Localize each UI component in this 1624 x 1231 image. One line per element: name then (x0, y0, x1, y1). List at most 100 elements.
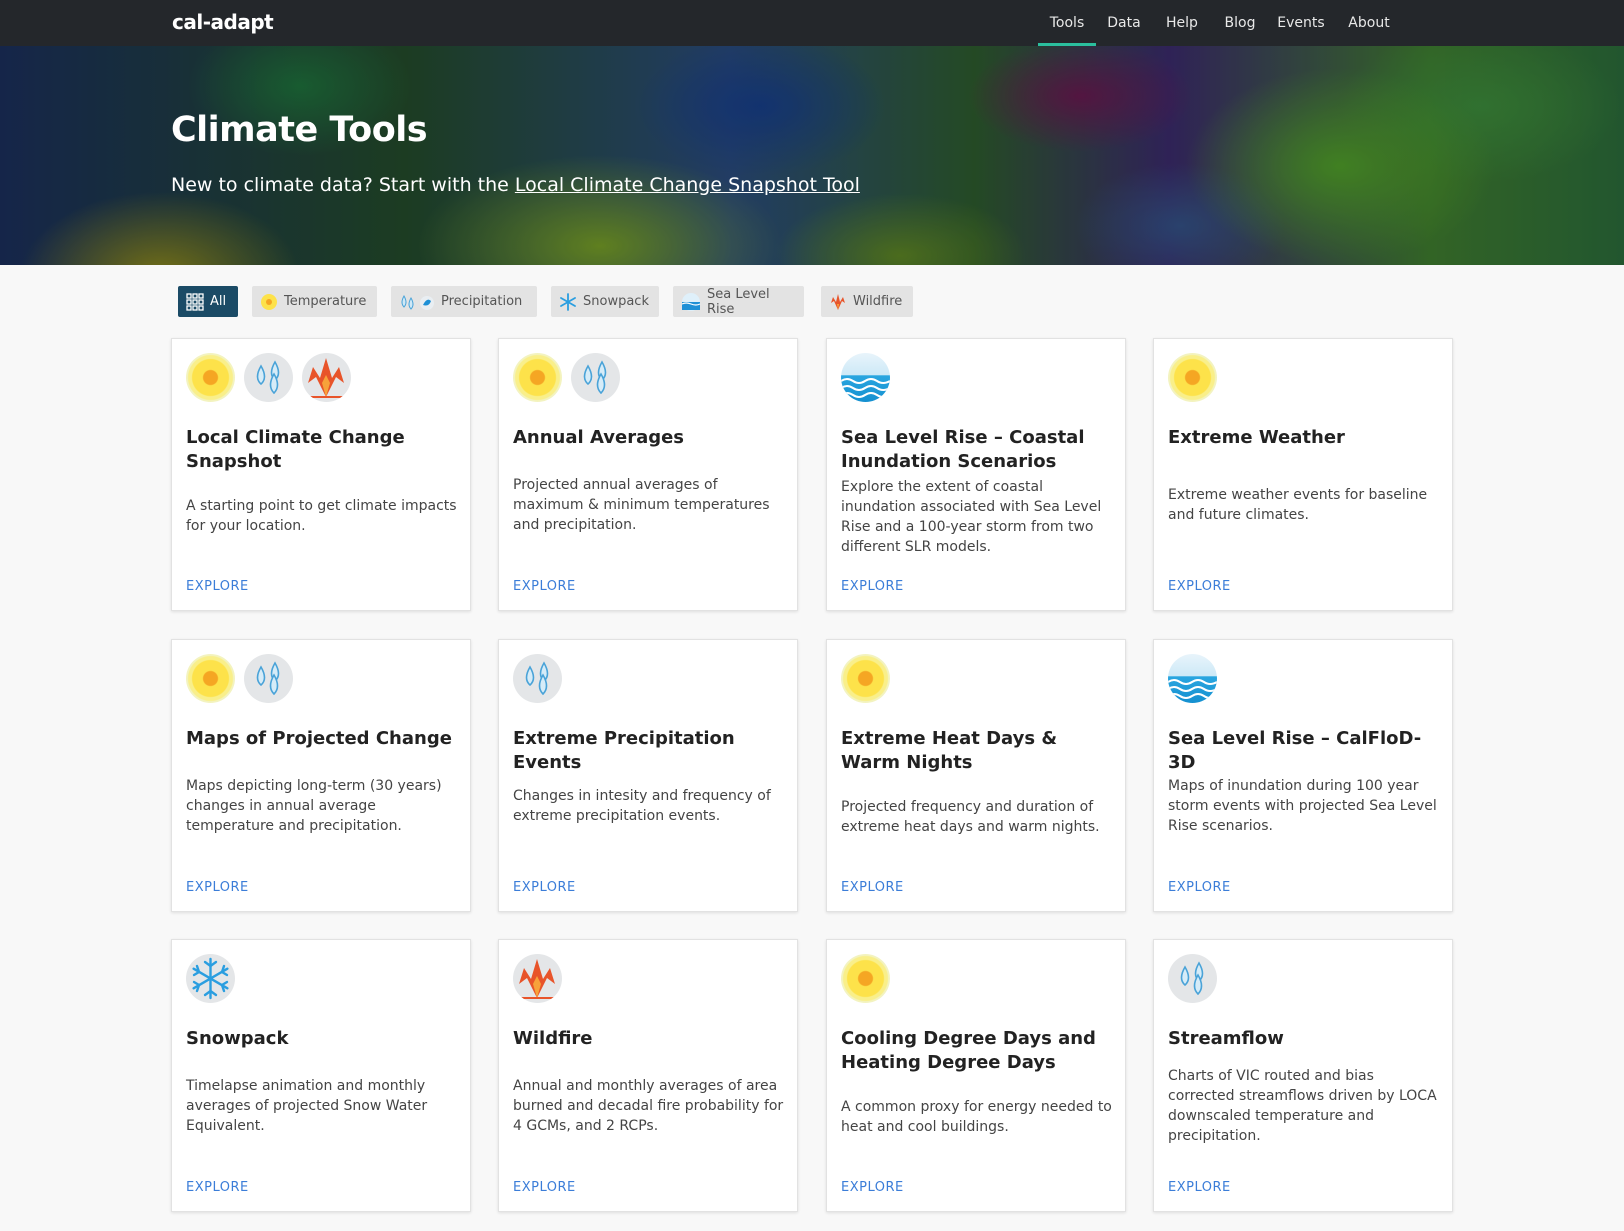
site-logo[interactable]: cal-adapt (172, 10, 274, 34)
sun-icon (1168, 353, 1217, 402)
explore-link[interactable]: EXPLORE (1168, 880, 1231, 895)
hero-subtitle-prefix: New to climate data? Start with the (171, 174, 515, 196)
filter-precipitation-label: Precipitation (441, 294, 523, 309)
card-icons (186, 654, 293, 703)
nav-item-data[interactable]: Data (1102, 0, 1146, 46)
card-icons (841, 654, 890, 703)
card-description: Charts of VIC routed and bias corrected … (1168, 1068, 1437, 1144)
explore-link[interactable]: EXPLORE (841, 880, 904, 895)
card-title: Extreme Heat Days & Warm Nights (841, 728, 1058, 773)
explore-link[interactable]: EXPLORE (186, 579, 249, 594)
card-icons (186, 954, 235, 1003)
tool-card[interactable]: Sea Level Rise – Coastal Inundation Scen… (826, 338, 1126, 611)
sun-icon (186, 654, 235, 703)
explore-link[interactable]: EXPLORE (513, 1180, 576, 1195)
card-description: Projected annual averages of maximum & m… (513, 477, 770, 533)
raindrops-icon (571, 353, 620, 402)
tool-card[interactable]: Extreme Heat Days & Warm Nights Projected… (826, 639, 1126, 912)
raindrops-icon (244, 353, 293, 402)
sun-icon (260, 293, 278, 311)
card-icons (513, 654, 562, 703)
fire-icon (302, 353, 351, 402)
filter-all[interactable]: All (178, 286, 238, 317)
card-title: Cooling Degree Days and Heating Degree D… (841, 1028, 1096, 1073)
explore-link[interactable]: EXPLORE (1168, 579, 1231, 594)
raindrops-icon (399, 293, 435, 311)
card-title: Sea Level Rise – CalFloD-3D (1168, 728, 1422, 773)
tool-card[interactable]: Snowpack Timelapse animation and monthly … (171, 939, 471, 1212)
hero-subtitle: New to climate data? Start with the Loca… (171, 174, 860, 196)
nav-item-about[interactable]: About (1343, 0, 1395, 46)
filter-temperature[interactable]: Temperature (252, 286, 377, 317)
card-title: Annual Averages (513, 427, 685, 448)
card-title: Maps of Projected Change (186, 728, 452, 749)
card-description: Projected frequency and duration of extr… (841, 799, 1100, 835)
nav-item-help[interactable]: Help (1160, 0, 1204, 46)
hero-banner: Climate Tools New to climate data? Start… (0, 46, 1624, 265)
tool-card[interactable]: Extreme Precipitation Events Changes in i… (498, 639, 798, 912)
tool-card[interactable]: Streamflow Charts of VIC routed and bias … (1153, 939, 1453, 1212)
card-description: Extreme weather events for baseline and … (1168, 487, 1428, 523)
card-icons (1168, 353, 1217, 402)
card-title: Extreme Precipitation Events (513, 728, 735, 773)
sun-icon (513, 353, 562, 402)
raindrops-icon (1168, 954, 1217, 1003)
sun-icon (841, 654, 890, 703)
nav-item-tools[interactable]: Tools (1038, 0, 1096, 46)
card-icons (1168, 654, 1217, 703)
explore-link[interactable]: EXPLORE (513, 579, 576, 594)
explore-link[interactable]: EXPLORE (1168, 1180, 1231, 1195)
explore-link[interactable]: EXPLORE (186, 1180, 249, 1195)
card-title: Streamflow (1168, 1028, 1284, 1049)
top-navbar: cal-adapt Tools Data Help Blog Events Ab… (0, 0, 1624, 46)
card-icons (513, 954, 562, 1003)
tool-card[interactable]: Wildfire Annual and monthly averages of a… (498, 939, 798, 1212)
page-title: Climate Tools (171, 110, 428, 150)
explore-link[interactable]: EXPLORE (841, 1180, 904, 1195)
card-icons (1168, 954, 1217, 1003)
card-description: Maps depicting long-term (30 years) chan… (186, 778, 442, 834)
filter-precipitation[interactable]: Precipitation (391, 286, 537, 317)
card-icons (841, 954, 890, 1003)
snapshot-tool-link[interactable]: Local Climate Change Snapshot Tool (515, 174, 860, 196)
snowflake-icon (559, 292, 577, 311)
wave-icon (1168, 654, 1217, 703)
nav-item-events[interactable]: Events (1273, 0, 1329, 46)
raindrops-icon (244, 654, 293, 703)
filter-snowpack[interactable]: Snowpack (551, 286, 659, 317)
tool-card[interactable]: Cooling Degree Days and Heating Degree D… (826, 939, 1126, 1212)
nav-item-blog[interactable]: Blog (1218, 0, 1262, 46)
filter-temperature-label: Temperature (284, 294, 367, 309)
sun-icon (841, 954, 890, 1003)
explore-link[interactable]: EXPLORE (186, 880, 249, 895)
filter-sea-level-rise-label: Sea Level Rise (707, 286, 770, 317)
card-icons (186, 353, 351, 402)
wave-icon (841, 353, 890, 402)
snowflake-icon (186, 954, 235, 1003)
filter-sea-level-rise[interactable]: Sea Level Rise (673, 286, 804, 317)
card-title: Sea Level Rise – Coastal Inundation Scen… (841, 427, 1085, 472)
filter-snowpack-label: Snowpack (583, 294, 649, 309)
card-title: Wildfire (513, 1028, 593, 1049)
card-description: Annual and monthly averages of area burn… (513, 1078, 784, 1134)
explore-link[interactable]: EXPLORE (513, 880, 576, 895)
card-title: Extreme Weather (1168, 427, 1345, 448)
card-title: Local Climate Change Snapshot (186, 427, 405, 472)
card-description: Maps of inundation during 100 year storm… (1168, 778, 1437, 834)
tool-card[interactable]: Sea Level Rise – CalFloD-3D Maps of inund… (1153, 639, 1453, 912)
card-description: A starting point to get climate impacts … (186, 498, 457, 534)
sun-icon (186, 353, 235, 402)
tool-card[interactable]: Local Climate Change Snapshot A starting … (171, 338, 471, 611)
tool-card[interactable]: Annual Averages Projected annual averages… (498, 338, 798, 611)
explore-link[interactable]: EXPLORE (841, 579, 904, 594)
tool-card[interactable]: Extreme Weather Extreme weather events fo… (1153, 338, 1453, 611)
wave-icon (681, 292, 701, 311)
filter-all-label: All (210, 294, 227, 309)
card-icons (513, 353, 620, 402)
card-description: Changes in intesity and frequency of ext… (513, 788, 771, 824)
tool-card[interactable]: Maps of Projected Change Maps depicting l… (171, 639, 471, 912)
filter-wildfire[interactable]: Wildfire (821, 286, 913, 317)
fire-icon (513, 954, 562, 1003)
card-description: A common proxy for energy needed to heat… (841, 1099, 1112, 1135)
card-title: Snowpack (186, 1028, 289, 1049)
